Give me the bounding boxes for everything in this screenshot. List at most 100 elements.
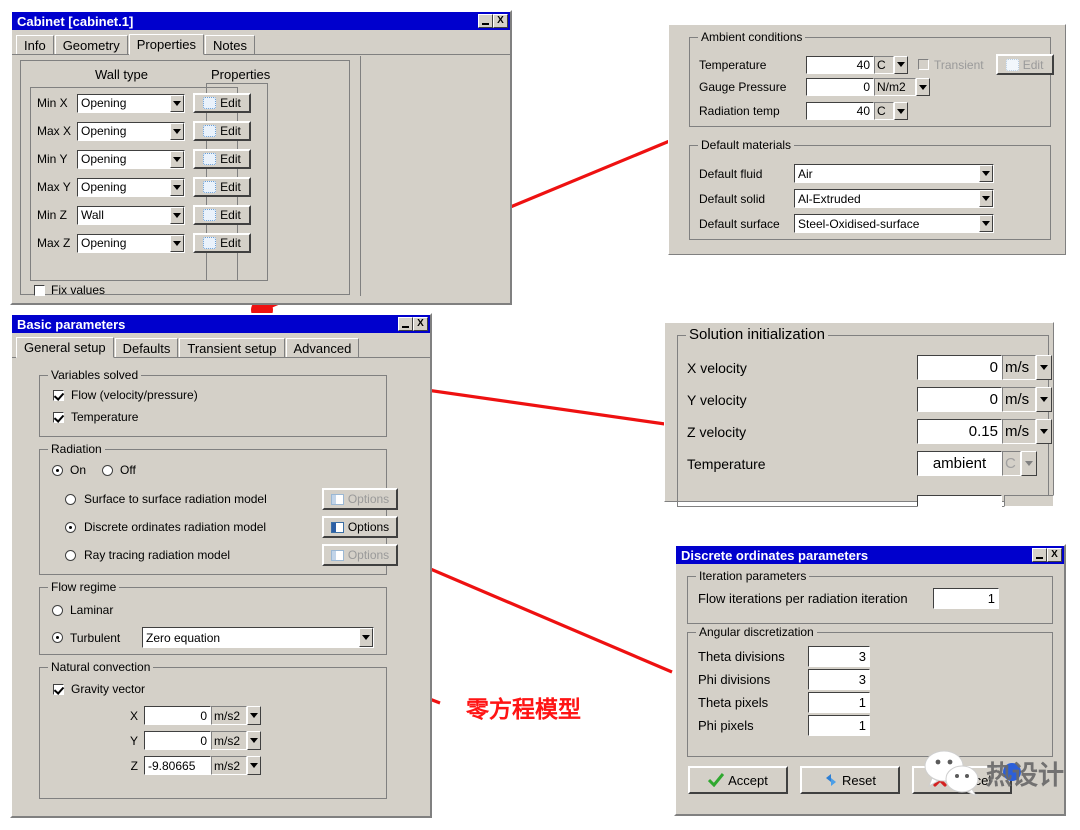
theta-divisions-input[interactable]: 3 xyxy=(808,646,870,667)
edit-button[interactable]: Edit xyxy=(193,93,251,113)
gauge-pressure-unit[interactable]: N/m2 xyxy=(874,78,916,96)
temperature-unit[interactable]: C xyxy=(874,55,894,74)
discrete-titlebar[interactable]: Discrete ordinates parameters X xyxy=(676,546,1064,564)
default-solid-select[interactable]: Al-Extruded xyxy=(794,189,994,208)
tab-info[interactable]: Info xyxy=(16,35,54,54)
turbulent-radio[interactable] xyxy=(52,632,63,643)
walltype-select[interactable]: Opening xyxy=(77,177,185,197)
y-velocity-input[interactable]: 0 xyxy=(917,387,1002,412)
chevron-down-icon[interactable] xyxy=(170,122,184,140)
surface-options-button[interactable]: Options xyxy=(322,488,398,510)
ambient-edit-button[interactable]: Edit xyxy=(995,54,1054,75)
tab-transient-setup[interactable]: Transient setup xyxy=(179,338,285,357)
chevron-down-icon[interactable] xyxy=(170,94,184,112)
chevron-down-icon[interactable] xyxy=(894,102,908,120)
radiation-on-radio[interactable] xyxy=(52,464,63,476)
chevron-down-icon[interactable] xyxy=(1036,419,1052,444)
gauge-pressure-input[interactable]: 0 xyxy=(806,78,874,96)
chevron-down-icon[interactable] xyxy=(247,731,261,750)
flow-iterations-input[interactable]: 1 xyxy=(933,588,999,609)
discrete-options-button[interactable]: Options xyxy=(322,516,398,538)
discrete-model-radio[interactable] xyxy=(65,521,76,533)
default-surface-select[interactable]: Steel-Oxidised-surface xyxy=(794,214,994,233)
flow-row[interactable]: Flow (velocity/pressure) xyxy=(53,388,198,402)
tab-advanced[interactable]: Advanced xyxy=(285,338,360,357)
chevron-down-icon[interactable] xyxy=(1036,355,1052,380)
x-velocity-input[interactable]: 0 xyxy=(917,355,1002,380)
raytracing-options-button[interactable]: Options xyxy=(322,544,398,566)
chevron-down-icon[interactable] xyxy=(170,206,184,224)
chevron-down-icon[interactable] xyxy=(979,165,993,182)
minimize-button[interactable] xyxy=(398,317,413,331)
chevron-down-icon[interactable] xyxy=(979,215,993,232)
walltype-select[interactable]: Wall xyxy=(77,205,185,225)
chevron-down-icon[interactable] xyxy=(170,178,184,196)
z-velocity-input[interactable]: 0.15 xyxy=(917,419,1002,444)
gravity-vector-checkbox[interactable] xyxy=(53,683,64,695)
chevron-down-icon[interactable] xyxy=(247,756,261,775)
fix-values-checkbox[interactable] xyxy=(34,284,45,296)
turbulent-row[interactable]: Turbulent Zero equation xyxy=(52,627,374,648)
chevron-down-icon[interactable] xyxy=(1036,387,1052,412)
gravity-y-unit[interactable]: m/s2 xyxy=(211,731,247,750)
flow-checkbox[interactable] xyxy=(53,389,64,401)
accept-button[interactable]: Accept xyxy=(688,766,788,794)
gravity-z-input[interactable]: -9.80665 xyxy=(144,756,211,775)
fix-values-row[interactable]: Fix values xyxy=(34,283,105,297)
walltype-select[interactable]: Opening xyxy=(77,93,185,113)
minimize-button[interactable] xyxy=(478,14,493,28)
chevron-down-icon[interactable] xyxy=(359,628,373,647)
chevron-down-icon[interactable] xyxy=(247,706,261,725)
radiation-off-radio[interactable] xyxy=(102,464,113,476)
chevron-down-icon[interactable] xyxy=(170,150,184,168)
walltype-select[interactable]: Opening xyxy=(77,233,185,253)
tab-properties[interactable]: Properties xyxy=(128,34,205,55)
reset-button[interactable]: Reset xyxy=(800,766,900,794)
turbulence-model-select[interactable]: Zero equation xyxy=(142,627,374,648)
temperature-row[interactable]: Temperature xyxy=(53,410,138,424)
transient-checkbox[interactable] xyxy=(918,59,929,70)
chevron-down-icon[interactable] xyxy=(916,78,930,96)
chevron-down-icon[interactable] xyxy=(979,190,993,207)
laminar-row[interactable]: Laminar xyxy=(52,603,113,617)
x-velocity-unit[interactable]: m/s xyxy=(1002,355,1036,380)
radiation-temp-input[interactable]: 40 xyxy=(806,102,874,120)
chevron-down-icon[interactable] xyxy=(170,234,184,252)
laminar-radio[interactable] xyxy=(52,604,63,616)
tab-notes[interactable]: Notes xyxy=(205,35,255,54)
walltype-select[interactable]: Opening xyxy=(77,149,185,169)
minimize-button[interactable] xyxy=(1032,548,1047,562)
temperature-checkbox[interactable] xyxy=(53,411,64,423)
radiation-off-row[interactable]: Off xyxy=(102,463,136,477)
discrete-model-row[interactable]: Discrete ordinates radiation model Optio… xyxy=(65,516,398,538)
basic-titlebar[interactable]: Basic parameters X xyxy=(12,315,430,333)
phi-divisions-input[interactable]: 3 xyxy=(808,669,870,690)
close-icon[interactable]: X xyxy=(1047,548,1062,562)
tab-geometry[interactable]: Geometry xyxy=(54,35,128,54)
gravity-z-unit[interactable]: m/s2 xyxy=(211,756,247,775)
edit-button[interactable]: Edit xyxy=(193,149,251,169)
walltype-select[interactable]: Opening xyxy=(77,121,185,141)
surface-model-row[interactable]: Surface to surface radiation model Optio… xyxy=(65,488,398,510)
edit-button[interactable]: Edit xyxy=(193,205,251,225)
radiation-temp-unit[interactable]: C xyxy=(874,102,894,120)
gravity-x-input[interactable]: 0 xyxy=(144,706,211,725)
surface-model-radio[interactable] xyxy=(65,493,76,505)
edit-button[interactable]: Edit xyxy=(193,177,251,197)
phi-pixels-input[interactable]: 1 xyxy=(808,715,870,736)
chevron-down-icon[interactable] xyxy=(894,55,908,74)
close-icon[interactable]: X xyxy=(493,14,508,28)
gravity-y-input[interactable]: 0 xyxy=(144,731,211,750)
radiation-on-row[interactable]: On xyxy=(52,463,86,477)
raytracing-model-radio[interactable] xyxy=(65,549,76,561)
edit-button[interactable]: Edit xyxy=(193,233,251,253)
temperature-init-input[interactable]: ambient xyxy=(917,451,1002,476)
gravity-vector-row[interactable]: Gravity vector xyxy=(53,682,145,696)
temperature-input[interactable]: 40 xyxy=(806,55,874,74)
theta-pixels-input[interactable]: 1 xyxy=(808,692,870,713)
gravity-x-unit[interactable]: m/s2 xyxy=(211,706,247,725)
z-velocity-unit[interactable]: m/s xyxy=(1002,419,1036,444)
next-row-partial[interactable] xyxy=(917,495,1002,507)
raytracing-model-row[interactable]: Ray tracing radiation model Options xyxy=(65,544,398,566)
y-velocity-unit[interactable]: m/s xyxy=(1002,387,1036,412)
